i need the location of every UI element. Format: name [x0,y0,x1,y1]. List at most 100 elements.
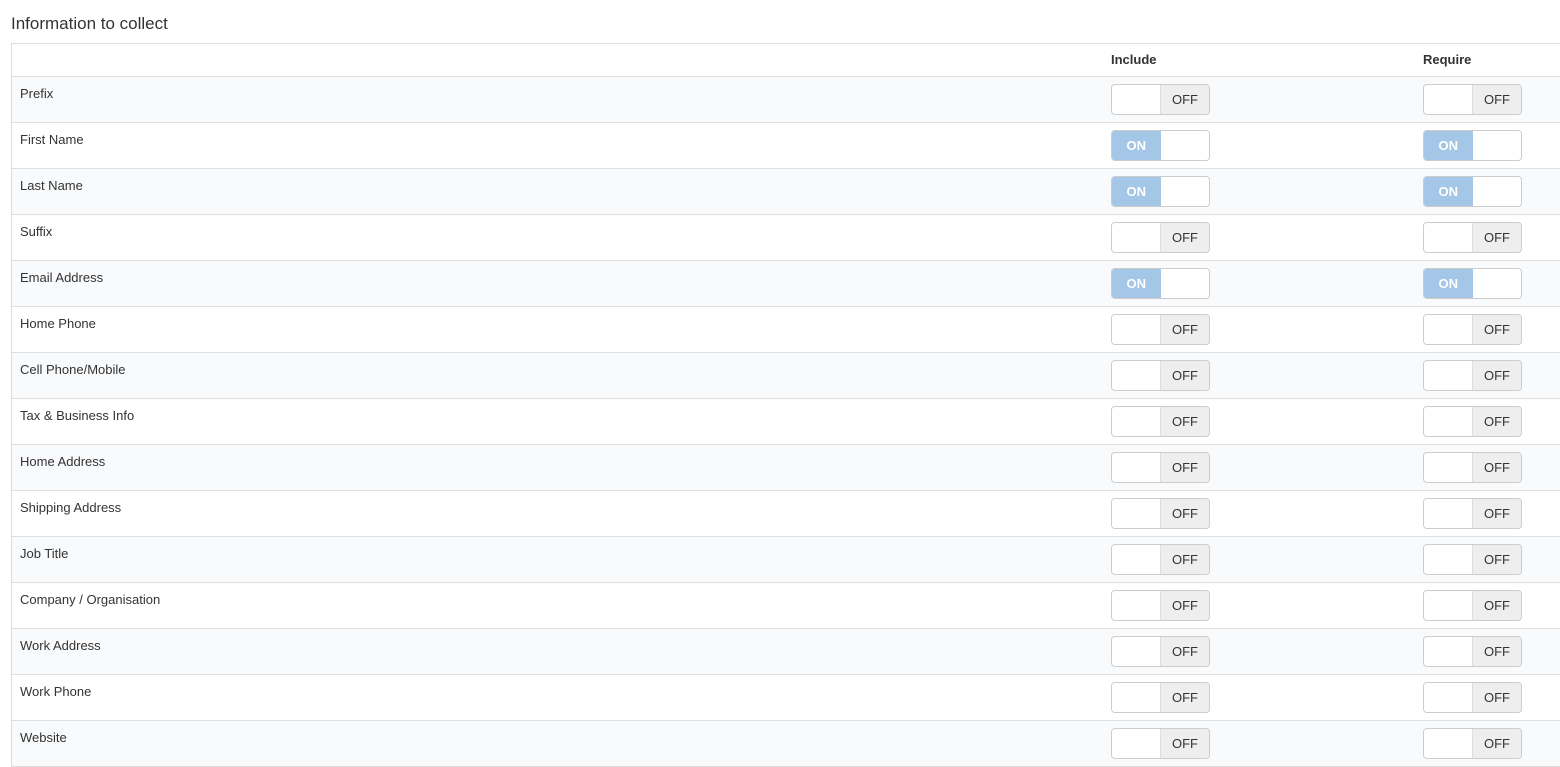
require-toggle-website[interactable]: OFF [1423,727,1522,759]
require-cell: OFF [1415,628,1560,675]
include-toggle-suffix[interactable]: OFF [1111,221,1210,253]
toggle-handle [1112,452,1160,482]
include-toggle-cell-phone-mobile[interactable]: OFF [1111,359,1210,391]
field-column-header [12,44,1103,77]
require-cell: OFF [1415,76,1560,123]
toggle-off-label: OFF [1160,84,1209,114]
require-cell: OFF [1415,444,1560,491]
field-cell: Work Phone [12,674,1103,721]
toggle-handle [1112,314,1160,344]
table-row: Last Name ON ON [12,168,1560,215]
require-toggle-shipping-address[interactable]: OFF [1423,497,1522,529]
include-toggle-email-address[interactable]: ON [1111,267,1210,299]
require-toggle-suffix[interactable]: OFF [1423,221,1522,253]
field-cell: Tax & Business Info [12,398,1103,445]
include-toggle-website[interactable]: OFF [1111,727,1210,759]
table-row: Work Address OFF OFF [12,628,1560,675]
require-toggle-first-name[interactable]: ON [1423,129,1522,161]
toggle-on-label: ON [1424,176,1473,206]
require-toggle-home-phone[interactable]: OFF [1423,313,1522,345]
toggle-handle [1472,130,1521,160]
require-column-header: Require [1415,44,1560,77]
require-cell: OFF [1415,720,1560,767]
toggle-handle [1160,176,1209,206]
require-cell: ON [1415,260,1560,307]
toggle-off-label: OFF [1160,314,1209,344]
include-toggle-prefix[interactable]: OFF [1111,83,1210,115]
toggle-off-label: OFF [1472,360,1521,390]
field-label-company-organisation: Company / Organisation [20,591,161,607]
field-label-first-name: First Name [20,131,84,147]
toggle-handle [1472,268,1521,298]
include-cell: ON [1103,168,1415,215]
toggle-handle [1112,222,1160,252]
toggle-handle [1112,728,1160,758]
table-row: Tax & Business Info OFF OFF [12,398,1560,445]
table-row: Website OFF OFF [12,720,1560,767]
field-cell: Job Title [12,536,1103,583]
include-cell: OFF [1103,536,1415,583]
toggle-off-label: OFF [1472,682,1521,712]
field-label-suffix: Suffix [20,223,53,239]
field-cell: Work Address [12,628,1103,675]
toggle-handle [1424,452,1472,482]
toggle-on-label: ON [1112,268,1161,298]
field-label-tax-and-business-info: Tax & Business Info [20,407,135,423]
require-toggle-prefix[interactable]: OFF [1423,83,1522,115]
include-toggle-job-title[interactable]: OFF [1111,543,1210,575]
field-cell: Home Address [12,444,1103,491]
toggle-off-label: OFF [1472,406,1521,436]
require-toggle-work-phone[interactable]: OFF [1423,681,1522,713]
include-toggle-tax-and-business-info[interactable]: OFF [1111,405,1210,437]
toggle-handle [1424,84,1472,114]
field-label-work-address: Work Address [20,637,101,653]
toggle-handle [1472,176,1521,206]
field-label-website: Website [20,729,67,745]
field-cell: Cell Phone/Mobile [12,352,1103,399]
toggle-off-label: OFF [1160,360,1209,390]
toggle-off-label: OFF [1160,452,1209,482]
require-cell: OFF [1415,674,1560,721]
toggle-handle [1112,360,1160,390]
include-toggle-shipping-address[interactable]: OFF [1111,497,1210,529]
include-toggle-first-name[interactable]: ON [1111,129,1210,161]
require-toggle-job-title[interactable]: OFF [1423,543,1522,575]
toggle-off-label: OFF [1160,590,1209,620]
field-label-prefix: Prefix [20,85,54,101]
require-toggle-company-organisation[interactable]: OFF [1423,589,1522,621]
table-row: Home Address OFF OFF [12,444,1560,491]
toggle-off-label: OFF [1472,314,1521,344]
require-cell: OFF [1415,582,1560,629]
include-toggle-work-address[interactable]: OFF [1111,635,1210,667]
toggle-handle [1160,130,1209,160]
include-toggle-work-phone[interactable]: OFF [1111,681,1210,713]
include-cell: OFF [1103,444,1415,491]
include-toggle-last-name[interactable]: ON [1111,175,1210,207]
toggle-handle [1112,636,1160,666]
table-row: Suffix OFF OFF [12,214,1560,261]
table-row: Shipping Address OFF OFF [12,490,1560,537]
include-toggle-home-phone[interactable]: OFF [1111,313,1210,345]
require-toggle-cell-phone-mobile[interactable]: OFF [1423,359,1522,391]
toggle-handle [1112,544,1160,574]
toggle-off-label: OFF [1472,498,1521,528]
require-toggle-tax-and-business-info[interactable]: OFF [1423,405,1522,437]
table-row: Company / Organisation OFF OFF [12,582,1560,629]
include-cell: OFF [1103,398,1415,445]
toggle-off-label: OFF [1160,544,1209,574]
require-cell: OFF [1415,214,1560,261]
include-toggle-home-address[interactable]: OFF [1111,451,1210,483]
toggle-handle [1424,222,1472,252]
include-column-header: Include [1103,44,1415,77]
include-toggle-company-organisation[interactable]: OFF [1111,589,1210,621]
toggle-on-label: ON [1424,268,1473,298]
field-label-cell-phone-mobile: Cell Phone/Mobile [20,361,126,377]
toggle-off-label: OFF [1160,636,1209,666]
require-toggle-last-name[interactable]: ON [1423,175,1522,207]
toggle-on-label: ON [1112,176,1161,206]
field-cell: Last Name [12,168,1103,215]
require-toggle-home-address[interactable]: OFF [1423,451,1522,483]
require-toggle-work-address[interactable]: OFF [1423,635,1522,667]
require-toggle-email-address[interactable]: ON [1423,267,1522,299]
field-label-work-phone: Work Phone [20,683,92,699]
